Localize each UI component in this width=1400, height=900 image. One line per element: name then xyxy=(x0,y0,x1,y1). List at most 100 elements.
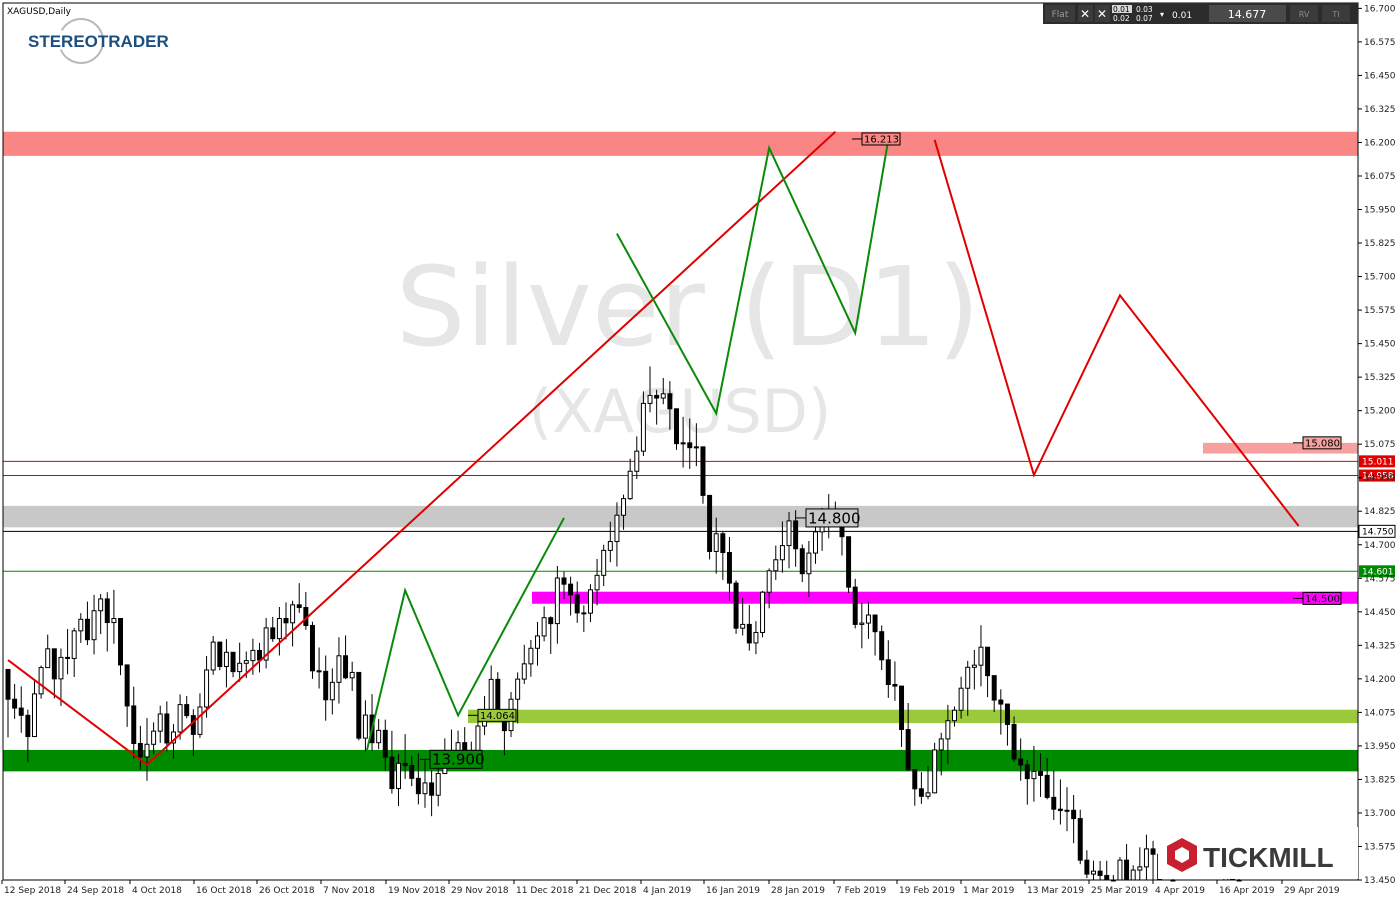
candle-body xyxy=(1104,874,1110,881)
y-tick-label: 15.825 xyxy=(1364,239,1396,249)
ask-lot-bottom[interactable]: 0.07 xyxy=(1136,14,1153,23)
candle-body xyxy=(971,664,977,668)
candle-body xyxy=(316,670,322,673)
y-tick-label: 15.075 xyxy=(1364,440,1396,450)
candle-body xyxy=(660,393,666,399)
candle-body xyxy=(164,713,170,744)
candle-body xyxy=(726,552,732,584)
candle-body xyxy=(217,641,223,668)
x-tick-label: 4 Apr 2019 xyxy=(1155,886,1205,896)
x-tick-label: 4 Oct 2018 xyxy=(132,886,182,896)
candle-body xyxy=(746,623,752,644)
watermark-subtitle: (XAGUSD) xyxy=(529,377,832,447)
candle-body xyxy=(561,577,567,585)
candle-body xyxy=(773,559,779,572)
candle-body xyxy=(402,762,408,766)
candle-body xyxy=(621,498,627,516)
price-label-text: 14.500 xyxy=(1305,594,1340,605)
candle-body xyxy=(912,769,918,790)
candle-body xyxy=(640,402,646,452)
rv-label: RV xyxy=(1299,10,1310,19)
candle-body xyxy=(58,656,64,680)
candle-body xyxy=(554,577,560,625)
level-badge-label: 14.750 xyxy=(1362,527,1394,537)
candle-body xyxy=(879,631,885,661)
candle-body xyxy=(779,545,785,561)
y-tick-label: 14.075 xyxy=(1364,708,1396,718)
candle-body xyxy=(389,756,395,790)
x-tick-label: 13 Mar 2019 xyxy=(1027,886,1084,896)
candle-body xyxy=(1130,869,1136,881)
candle-body xyxy=(51,648,57,680)
candle-body xyxy=(581,612,587,615)
candle-body xyxy=(1044,774,1050,798)
candle-body xyxy=(846,536,852,588)
candle-body xyxy=(528,647,534,665)
price-chart[interactable]: Silver (D1) (XAGUSD) 15.01114.95814.7501… xyxy=(0,0,1400,900)
price-label-text: 15.080 xyxy=(1305,438,1340,449)
x-tick-label: 16 Jan 2019 xyxy=(706,886,760,896)
candle-body xyxy=(177,704,183,733)
ask-lot-top[interactable]: 0.03 xyxy=(1136,5,1153,14)
candle-body xyxy=(965,666,971,689)
candle-body xyxy=(1137,866,1143,871)
candle-body xyxy=(376,729,382,744)
candle-body xyxy=(865,614,871,624)
candle-body xyxy=(766,570,772,593)
candle-body xyxy=(18,707,24,716)
x-tick-label: 16 Oct 2018 xyxy=(196,886,252,896)
candle-body xyxy=(627,470,633,500)
y-tick-label: 13.450 xyxy=(1364,876,1396,886)
zone-rect xyxy=(3,505,1358,528)
candle-body xyxy=(945,720,951,740)
y-tick-label: 16.575 xyxy=(1364,38,1396,48)
x-tick-label: 26 Oct 2018 xyxy=(259,886,315,896)
lot-value[interactable]: 0.01 xyxy=(1172,11,1192,21)
y-tick-label: 13.575 xyxy=(1364,842,1396,852)
candle-body xyxy=(329,681,335,701)
candle-body xyxy=(1090,870,1096,875)
candle-body xyxy=(541,617,547,637)
y-tick-label: 14.450 xyxy=(1364,608,1396,618)
candle-body xyxy=(1057,808,1063,812)
candle-body xyxy=(885,659,891,685)
current-price: 14.677 xyxy=(1228,8,1267,21)
candle-body xyxy=(415,777,421,795)
lot-dropdown-icon[interactable]: ▾ xyxy=(1160,10,1164,19)
candle-body xyxy=(91,610,97,641)
candle-body xyxy=(634,450,640,472)
candle-body xyxy=(124,664,130,707)
candle-body xyxy=(654,394,660,399)
candle-body xyxy=(270,627,276,640)
candle-body xyxy=(65,656,71,659)
zone-rect xyxy=(3,131,1358,156)
x-tick-label: 29 Apr 2019 xyxy=(1284,886,1340,896)
candle-body xyxy=(674,408,679,445)
candle-body xyxy=(45,648,51,669)
stereotrader-logo-text: STEREOTRADER xyxy=(28,32,169,51)
candle-body xyxy=(204,669,210,708)
candle-body xyxy=(1011,723,1017,760)
y-tick-label: 13.700 xyxy=(1364,809,1396,819)
candle-body xyxy=(899,685,905,731)
candle-body xyxy=(932,749,938,794)
candle-body xyxy=(157,713,163,732)
x-tick-label: 4 Jan 2019 xyxy=(643,886,691,896)
red-trend-line xyxy=(7,130,837,766)
candle-body xyxy=(998,699,1004,705)
bid-lot-top[interactable]: 0.01 xyxy=(1113,5,1130,14)
candle-body xyxy=(1124,859,1130,881)
zone-rect xyxy=(3,749,1358,772)
candle-body xyxy=(104,598,110,624)
candle-body xyxy=(938,738,944,751)
candle-body xyxy=(1004,703,1010,725)
bid-lot-bottom[interactable]: 0.02 xyxy=(1113,14,1130,23)
candle-body xyxy=(733,582,739,629)
candle-body xyxy=(667,393,673,410)
price-label-text: 14.800 xyxy=(808,509,861,527)
candle-body xyxy=(568,583,574,596)
candle-body xyxy=(230,651,236,673)
y-axis: 16.700 16.575 16.450 16.325 16.200 16.075 15.9… xyxy=(1358,4,1396,886)
y-tick-label: 13.950 xyxy=(1364,742,1396,752)
candle-body xyxy=(1097,870,1103,876)
